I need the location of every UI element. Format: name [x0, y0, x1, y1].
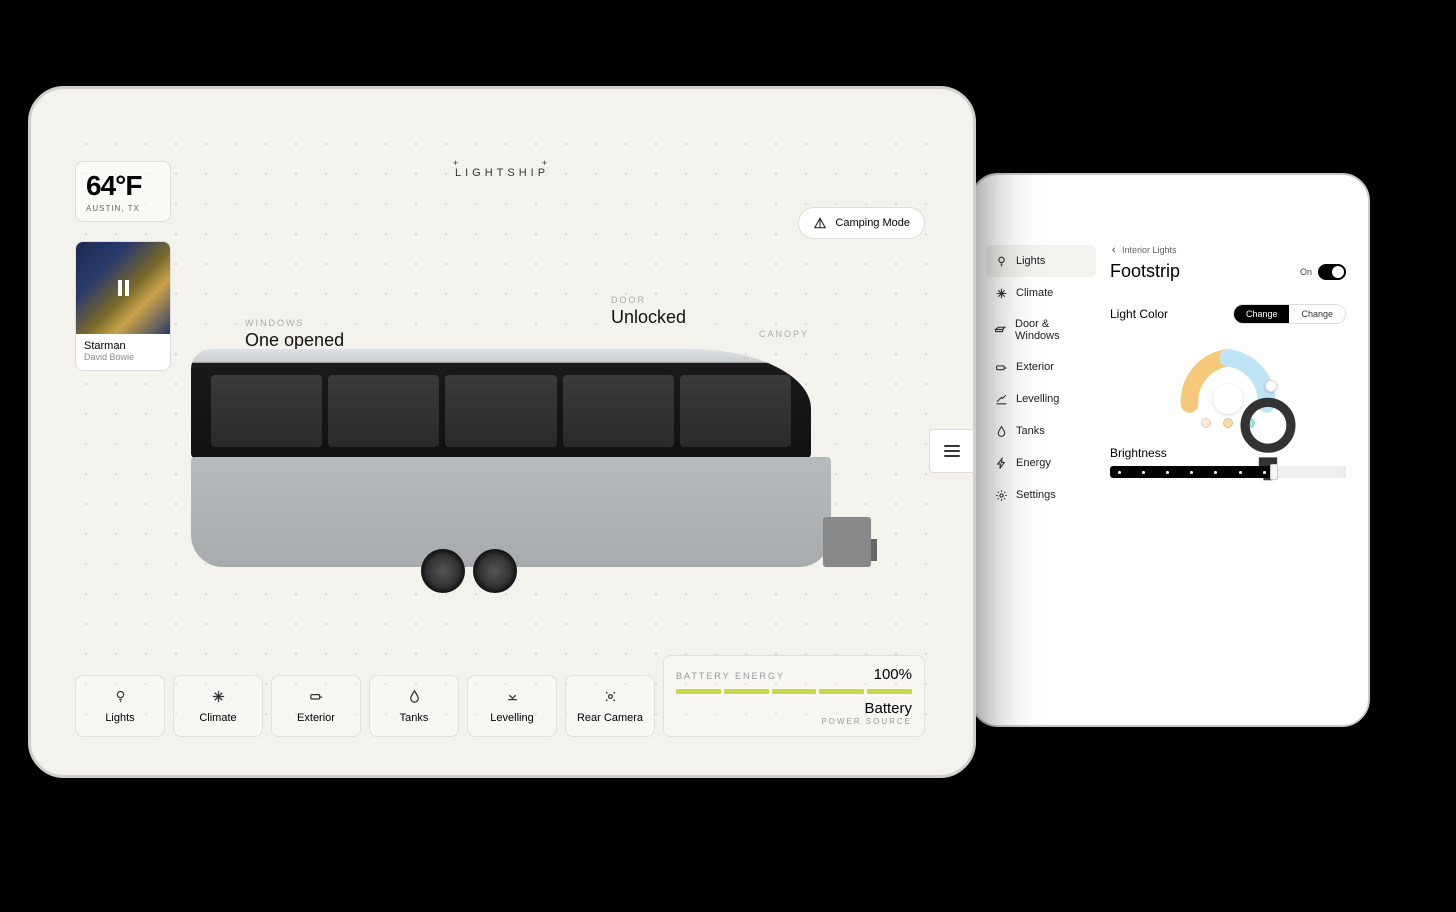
action-label: Lights — [105, 712, 134, 724]
hamburger-icon — [944, 445, 960, 457]
battery-percent: 100% — [874, 666, 912, 683]
tent-icon — [813, 216, 827, 230]
menu-button[interactable] — [929, 429, 973, 473]
action-label: Climate — [199, 712, 236, 724]
annotation-value: One opened — [245, 330, 344, 351]
gear-icon — [994, 488, 1008, 502]
color-wheel-center — [1213, 384, 1243, 414]
weather-temperature: 64°F — [86, 170, 160, 202]
secondary-sidebar: Lights Climate Door & Windows Exterior L… — [986, 193, 1096, 707]
action-label: Rear Camera — [577, 712, 643, 724]
album-art — [76, 242, 170, 334]
trailer-icon — [994, 360, 1008, 374]
level-icon — [994, 392, 1008, 406]
action-lights[interactable]: Lights — [75, 675, 165, 737]
light-color-change-alt[interactable]: Change — [1289, 305, 1345, 323]
sidebar-item-lights[interactable]: Lights — [986, 245, 1096, 277]
sidebar-label: Levelling — [1016, 393, 1059, 405]
sidebar-label: Climate — [1016, 287, 1053, 299]
sidebar-item-settings[interactable]: Settings — [986, 479, 1096, 511]
light-color-mode-group: Change Change — [1233, 304, 1346, 324]
sidebar-item-tanks[interactable]: Tanks — [986, 415, 1096, 447]
action-exterior[interactable]: Exterior — [271, 675, 361, 737]
droplet-icon — [994, 424, 1008, 438]
light-color-label: Light Color — [1110, 307, 1168, 321]
footstrip-toggle[interactable] — [1318, 264, 1346, 280]
vehicle-illustration — [191, 349, 871, 609]
sidebar-label: Settings — [1016, 489, 1056, 501]
battery-meter — [676, 689, 912, 694]
sidebar-label: Door & Windows — [1015, 318, 1088, 342]
action-levelling[interactable]: Levelling — [467, 675, 557, 737]
chevron-left-icon — [1110, 246, 1118, 254]
breadcrumb-label: Interior Lights — [1122, 245, 1177, 255]
mode-label: Camping Mode — [835, 217, 910, 229]
brightness-handle[interactable] — [1270, 464, 1278, 480]
page-title: Footstrip — [1110, 261, 1180, 282]
breadcrumb-back[interactable]: Interior Lights — [1110, 245, 1346, 255]
color-wheel-handle[interactable] — [1265, 380, 1277, 392]
sidebar-item-climate[interactable]: Climate — [986, 277, 1096, 309]
primary-tablet: LIGHTSHIP 64°F AUSTIN, TX Starman David … — [28, 86, 976, 778]
secondary-tablet: Lights Climate Door & Windows Exterior L… — [970, 173, 1370, 727]
bulb-icon — [113, 688, 128, 704]
weather-card[interactable]: 64°F AUSTIN, TX — [75, 161, 171, 222]
bulb-icon — [994, 254, 1008, 268]
annotation-canopy: CANOPY — [759, 329, 809, 339]
action-label: Tanks — [400, 712, 429, 724]
annotation-label: WINDOWS — [245, 318, 344, 328]
brand-logo: LIGHTSHIP — [455, 167, 549, 179]
annotation-door: DOOR Unlocked — [611, 295, 686, 328]
snowflake-icon — [211, 688, 226, 704]
bolt-icon — [994, 456, 1008, 470]
window-icon — [994, 323, 1007, 337]
sidebar-label: Lights — [1016, 255, 1045, 267]
action-tanks[interactable]: Tanks — [369, 675, 459, 737]
battery-card[interactable]: BATTERY ENERGY 100% Battery POWER SOURCE — [663, 655, 925, 737]
camera-icon — [603, 688, 618, 704]
track-artist: David Bowie — [84, 352, 162, 362]
brightness-slider[interactable] — [1110, 466, 1346, 478]
toggle-state-label: On — [1300, 267, 1312, 277]
action-rear-camera[interactable]: Rear Camera — [565, 675, 655, 737]
sidebar-item-energy[interactable]: Energy — [986, 447, 1096, 479]
quick-actions-row: Lights Climate Exterior Tanks Levelling … — [75, 675, 655, 737]
action-climate[interactable]: Climate — [173, 675, 263, 737]
trailer-icon — [308, 688, 325, 704]
annotation-label: CANOPY — [759, 329, 809, 339]
snowflake-icon — [994, 286, 1008, 300]
sidebar-item-exterior[interactable]: Exterior — [986, 351, 1096, 383]
sidebar-label: Tanks — [1016, 425, 1045, 437]
action-label: Exterior — [297, 712, 335, 724]
action-label: Levelling — [490, 712, 533, 724]
mode-button[interactable]: Camping Mode — [798, 207, 925, 239]
power-source-caption: POWER SOURCE — [676, 717, 912, 726]
sidebar-label: Energy — [1016, 457, 1051, 469]
annotation-label: DOOR — [611, 295, 686, 305]
now-playing-card[interactable]: Starman David Bowie — [75, 241, 171, 371]
weather-location: AUSTIN, TX — [86, 204, 160, 213]
sidebar-item-door-windows[interactable]: Door & Windows — [986, 309, 1096, 351]
droplet-icon — [407, 688, 422, 704]
sidebar-item-levelling[interactable]: Levelling — [986, 383, 1096, 415]
sidebar-label: Exterior — [1016, 361, 1054, 373]
color-wheel[interactable] — [1110, 338, 1346, 428]
pause-icon[interactable] — [118, 280, 129, 296]
light-color-change-active[interactable]: Change — [1234, 305, 1290, 323]
annotation-value: Unlocked — [611, 307, 686, 328]
battery-eyebrow: BATTERY ENERGY — [676, 671, 785, 681]
secondary-main: Interior Lights Footstrip On Light Color… — [1096, 193, 1354, 707]
power-source: Battery — [676, 700, 912, 717]
annotation-windows: WINDOWS One opened — [245, 318, 344, 351]
level-icon — [505, 688, 520, 704]
track-title: Starman — [84, 340, 162, 352]
